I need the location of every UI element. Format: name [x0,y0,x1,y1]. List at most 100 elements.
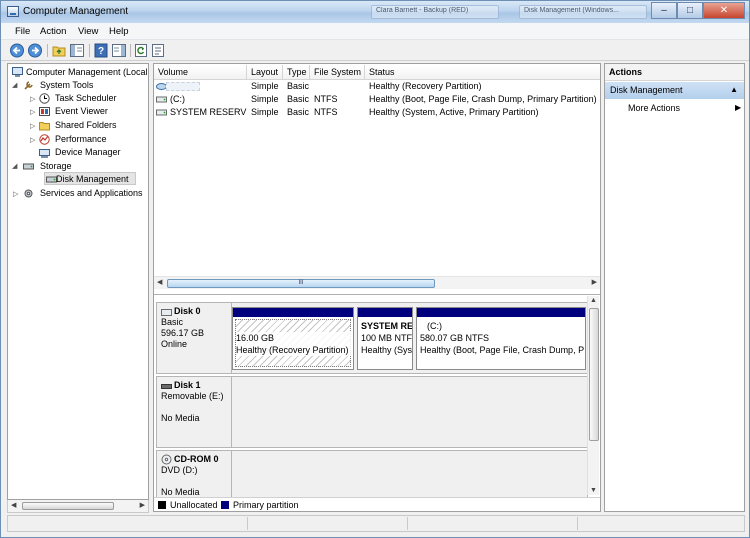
column-header-volume[interactable]: Volume [154,65,247,80]
disk-type: DVD (D:) [161,465,198,475]
menu-help[interactable]: Help [109,26,129,37]
up-folder-icon[interactable] [51,43,67,58]
toolbar-separator [89,44,90,57]
tree-item-computer-management[interactable]: Computer Management (Local [26,66,148,79]
tree-item-disk-management[interactable]: Disk Management [56,173,129,186]
table-row[interactable]: SYSTEM RESERVED Simple Basic NTFS Health… [154,106,600,119]
cell-type: Basic [287,81,310,91]
disk-0-partitions: 16.00 GB Healthy (Recovery Partition) SY… [232,302,588,374]
disk-1-area [232,376,588,448]
window-controls: – □ ✕ [651,2,745,20]
partition-size: 100 MB NTF [361,333,412,343]
toolbar-separator [130,44,131,57]
partition-system-reserved[interactable]: SYSTEM RE 100 MB NTF Healthy (Sys [357,307,413,370]
status-segment [248,517,408,530]
title-bar[interactable]: Computer Management Clara Barnett - Back… [1,1,749,23]
close-button[interactable]: ✕ [703,2,745,19]
expand-arrow-icon[interactable]: ▷ [30,122,35,130]
background-window-tab[interactable]: Disk Management (Windows... [519,5,647,19]
toolbar-separator [47,44,48,57]
menu-file[interactable]: File [15,26,30,37]
disk-size [161,476,231,487]
more-actions-item[interactable]: More Actions [628,102,680,114]
show-hide-action-pane-icon[interactable] [111,43,127,58]
tree-item-device-manager[interactable]: Device Manager [55,146,121,159]
properties-icon[interactable] [150,43,166,58]
scroll-left-arrow-icon[interactable]: ◀ [157,278,162,286]
disk-type: Removable (E:) [161,391,224,401]
tree-item-system-tools[interactable]: System Tools [40,79,93,92]
window-title: Computer Management [23,6,129,17]
partition-title: SYSTEM RE [361,321,412,331]
cell-status: Healthy (Boot, Page File, Crash Dump, Pr… [369,94,597,104]
collapse-arrow-icon[interactable]: ▲ [730,82,738,98]
partition-status: Healthy (Recovery Partition) [236,344,351,356]
scroll-right-arrow-icon[interactable]: ▶ [140,501,145,509]
cdrom-0-label[interactable]: CD-ROM 0 DVD (D:) No Media [156,450,232,498]
back-arrow-icon[interactable] [9,43,25,58]
tree-item-task-scheduler[interactable]: Task Scheduler [55,92,117,105]
volume-list-horizontal-scrollbar[interactable]: ◀ III ▶ [154,276,600,289]
disk-management-pane: Volume Layout Type File System Status Si… [153,63,601,512]
status-segment [8,517,248,530]
table-row[interactable]: Simple Basic Healthy (Recovery Partition… [154,80,600,93]
refresh-icon[interactable] [133,43,149,58]
tree-item-shared-folders[interactable]: Shared Folders [55,119,117,132]
partition-c-drive[interactable]: (C:) 580.07 GB NTFS Healthy (Boot, Page … [416,307,586,370]
minimize-button[interactable]: – [651,2,677,19]
disk-0-label[interactable]: Disk 0 Basic 596.17 GB Online [156,302,232,374]
expand-arrow-icon[interactable]: ◢ [12,81,17,89]
show-hide-tree-icon[interactable] [69,43,85,58]
maximize-button[interactable]: □ [677,2,703,19]
expand-arrow-icon[interactable]: ▷ [30,108,35,116]
expand-arrow-icon[interactable]: ◢ [12,162,17,170]
volume-icon [156,94,167,105]
tree-item-performance[interactable]: Performance [55,133,107,146]
table-row[interactable]: (C:) Simple Basic NTFS Healthy (Boot, Pa… [154,93,600,106]
background-taskbar-strip: Clara Barnett - Backup (RED) Disk Manage… [371,2,651,20]
legend: Unallocated Primary partition [154,497,600,511]
scroll-down-arrow-icon[interactable]: ▼ [590,487,597,494]
help-icon[interactable]: ? [93,43,109,58]
menu-action[interactable]: Action [40,26,66,37]
scroll-thumb[interactable] [589,308,599,441]
tree-horizontal-scrollbar[interactable]: ◀ ▶ [7,500,149,513]
column-header-type[interactable]: Type [283,65,310,80]
disk-1-label[interactable]: Disk 1 Removable (E:) No Media [156,376,232,448]
actions-section-label: Disk Management [610,85,683,95]
column-header-layout[interactable]: Layout [247,65,283,80]
scroll-thumb[interactable]: III [167,279,435,288]
expand-arrow-icon[interactable]: ▷ [30,136,35,144]
disk-view-vertical-scrollbar[interactable]: ▲ ▼ [587,296,599,495]
scroll-thumb[interactable] [22,502,114,510]
submenu-arrow-icon: ▶ [735,103,742,112]
computer-management-icon [12,67,23,78]
partition-size: 580.07 GB NTFS [420,333,490,343]
column-header-file-system[interactable]: File System [310,65,365,80]
window: Computer Management Clara Barnett - Back… [0,0,750,538]
scroll-up-arrow-icon[interactable]: ▲ [590,297,597,304]
clock-icon [39,93,50,104]
menu-view[interactable]: View [78,26,98,37]
forward-arrow-icon[interactable] [27,43,43,58]
scroll-right-arrow-icon[interactable]: ▶ [592,278,597,286]
expand-arrow-icon[interactable]: ▷ [13,190,18,198]
expand-arrow-icon[interactable]: ▷ [30,95,35,103]
disk-graphical-view: Disk 0 Basic 596.17 GB Online 16.00 GB H… [154,294,600,498]
disk-size: 596.17 GB [161,328,205,338]
partition-recovery[interactable]: 16.00 GB Healthy (Recovery Partition) [232,307,354,370]
column-header-status[interactable]: Status [365,65,600,80]
tree-item-event-viewer[interactable]: Event Viewer [55,105,108,118]
actions-section-disk-management[interactable]: Disk Management ▲ [605,82,744,99]
cell-volume: SYSTEM RESERVED [170,107,247,117]
scroll-left-arrow-icon[interactable]: ◀ [11,501,16,509]
status-bar [7,515,745,532]
disk-status: Online [161,339,188,349]
cdrom-0-area [232,450,588,498]
cell-type: Basic [287,107,310,117]
navigation-tree[interactable]: Computer Management (Local ◢ System Tool… [7,63,149,500]
tree-item-services-and-applications[interactable]: Services and Applications [40,187,143,200]
primary-partition-bar [358,308,412,317]
actions-pane: Actions Disk Management ▲ More Actions ▶ [604,63,745,512]
background-window-tab[interactable]: Clara Barnett - Backup (RED) [371,5,499,19]
